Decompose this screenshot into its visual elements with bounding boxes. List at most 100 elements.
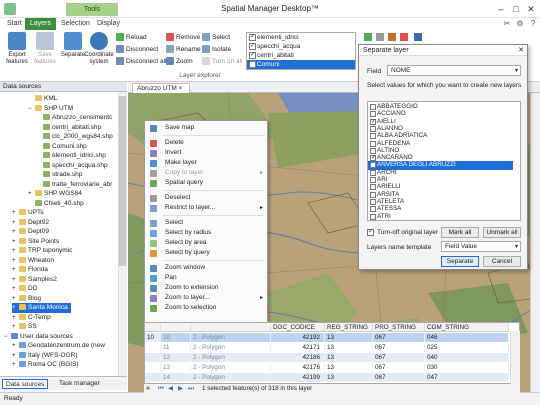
value-checkbox[interactable]: [370, 191, 376, 198]
value-checkbox[interactable]: [370, 104, 376, 110]
map-tab-close-icon[interactable]: ×: [179, 85, 183, 92]
tree-node[interactable]: specchi_acqua.shp: [36, 161, 108, 171]
field-select[interactable]: NOME ▾: [387, 65, 521, 76]
tree-expander-icon[interactable]: +: [12, 361, 19, 371]
table-cell[interactable]: 10: [145, 333, 161, 342]
separate-dialog-button[interactable]: Separate: [441, 256, 479, 267]
fill-color-icon[interactable]: [388, 33, 396, 41]
data-sources-scroll-thumb[interactable]: [119, 96, 126, 266]
table-cell[interactable]: 12: [161, 353, 191, 362]
value-checkbox[interactable]: [370, 213, 376, 220]
tree-node[interactable]: + TRP toponymic: [12, 246, 72, 256]
column-header[interactable]: COM_STRING: [425, 323, 509, 332]
first-record-icon[interactable]: ⏮: [158, 384, 164, 393]
menu-item-select-by-radius[interactable]: Select by radius: [145, 228, 267, 238]
table-cell[interactable]: [145, 353, 161, 362]
table-cell[interactable]: 14: [161, 373, 191, 382]
table-cell[interactable]: [145, 363, 161, 372]
zoom-button[interactable]: Zoom: [166, 57, 193, 67]
help-icon[interactable]: ?: [528, 19, 538, 29]
tab-data-sources[interactable]: Data sources: [2, 379, 49, 389]
tree-node[interactable]: + SS: [12, 322, 37, 332]
tree-node[interactable]: + Dept09: [12, 227, 49, 237]
table-cell[interactable]: 2 - Polygon: [191, 363, 271, 372]
tree-node[interactable]: KML: [28, 94, 57, 104]
table-cell[interactable]: 42171: [271, 343, 325, 352]
save-features-button[interactable]: Save features: [30, 32, 60, 66]
tree-node[interactable]: + Roma OC (BGIS): [12, 360, 79, 370]
select-button[interactable]: Select: [202, 33, 230, 43]
attribute-table[interactable]: DGC_CODICE REG_STRING PRO_STRING COM_STRING…: [144, 322, 520, 384]
tab-display[interactable]: Display: [92, 18, 125, 30]
reload-button[interactable]: Reload: [116, 33, 147, 43]
tools-icon[interactable]: ✂: [502, 19, 512, 29]
tree-node[interactable]: + Samples2: [12, 275, 57, 285]
table-cell[interactable]: 067: [373, 343, 425, 352]
table-cell[interactable]: 2 - Polygon: [191, 373, 271, 382]
tab-selection[interactable]: Selection: [56, 18, 95, 30]
table-cell[interactable]: 2 - Polygon: [191, 333, 271, 342]
tree-node[interactable]: Comuni.shp: [36, 142, 87, 152]
tree-node[interactable]: + Blog: [12, 294, 41, 304]
tree-node-selected[interactable]: + Santa Monica: [12, 303, 71, 313]
settings-icon[interactable]: ⚙: [515, 19, 525, 29]
table-options-icon[interactable]: ♣: [146, 384, 150, 393]
table-cell[interactable]: 10: [161, 333, 191, 342]
export-features-button[interactable]: Export features: [2, 32, 32, 66]
column-header[interactable]: REG_STRING: [325, 323, 373, 332]
layer-checkbox[interactable]: ✓: [249, 61, 256, 68]
tree-node[interactable]: + Florida: [12, 265, 48, 275]
tree-node[interactable]: + Italy (WFS-OGR): [12, 351, 77, 361]
value-checkbox[interactable]: [370, 169, 376, 176]
menu-item-zoom-window[interactable]: Zoom window: [145, 263, 267, 273]
maximize-button[interactable]: □: [509, 2, 523, 16]
table-cell[interactable]: [145, 343, 161, 352]
value-checkbox[interactable]: [370, 198, 376, 205]
tree-node[interactable]: centri_abitati.shp: [36, 123, 101, 133]
tree-node[interactable]: − SHP UTM: [28, 104, 73, 114]
layer-list-item[interactable]: ✓ centri_abitati: [247, 51, 355, 60]
dialog-close-icon[interactable]: ✕: [515, 45, 527, 56]
tab-layers[interactable]: Layers: [25, 18, 57, 30]
menu-item-delete[interactable]: Delete: [145, 138, 267, 148]
value-checkbox[interactable]: [370, 133, 376, 140]
value-checkbox[interactable]: ✓: [370, 155, 376, 162]
table-cell[interactable]: 067: [373, 363, 425, 372]
mark-all-button[interactable]: Mark all: [441, 227, 479, 238]
tree-node[interactable]: + C-Temp: [12, 313, 51, 323]
table-cell[interactable]: 13: [325, 343, 373, 352]
menu-item-spatial-query[interactable]: Spatial query: [145, 178, 267, 188]
tree-node[interactable]: + SHP WGS84: [28, 189, 82, 199]
attribute-table-scrollbar[interactable]: [510, 331, 520, 384]
table-cell[interactable]: 030: [425, 363, 509, 372]
last-record-icon[interactable]: ⏭: [188, 384, 194, 393]
table-cell[interactable]: 067: [373, 373, 425, 382]
tree-node[interactable]: + DD: [12, 284, 37, 294]
value-checkbox[interactable]: ✓: [370, 162, 376, 169]
unmark-all-button[interactable]: Unmark all: [483, 227, 521, 238]
data-sources-tree[interactable]: KML − SHP UTM Abruzzo_censimentc centri_abit…: [0, 92, 127, 376]
turn-on-all-button[interactable]: Turn on all: [202, 57, 242, 67]
values-list[interactable]: ABBATEGGIO ACCIANO ✓ AIELLI ALANNO ALBA ADRIA…: [367, 101, 521, 221]
minimize-button[interactable]: –: [494, 2, 508, 16]
table-cell[interactable]: 2 - Polygon: [191, 353, 271, 362]
tree-node[interactable]: + Wheaton: [12, 256, 54, 266]
tree-expander-icon[interactable]: −: [28, 105, 35, 115]
tree-node[interactable]: + Geodatenzentrum.de (new: [12, 341, 105, 351]
layer-checkbox[interactable]: ✓: [249, 34, 256, 41]
column-header[interactable]: PRO_STRING: [373, 323, 425, 332]
menu-item-select[interactable]: Select: [145, 218, 267, 228]
coordinate-system-button[interactable]: Coordinate system: [84, 32, 114, 66]
layer-checkbox[interactable]: ✓: [249, 43, 256, 50]
tree-node[interactable]: + Site Points: [12, 237, 59, 247]
cancel-button[interactable]: Cancel: [483, 256, 521, 267]
tab-task-manager[interactable]: Task manager: [56, 379, 103, 389]
value-checkbox[interactable]: [370, 111, 376, 118]
menu-item-deselect[interactable]: Deselect: [145, 193, 267, 203]
disconnect-button[interactable]: Disconnect: [116, 45, 158, 55]
column-header[interactable]: [145, 323, 161, 332]
table-cell[interactable]: 11: [161, 343, 191, 352]
map-tab[interactable]: Abruzzo UTM ×: [132, 83, 190, 93]
rename-button[interactable]: Rename: [166, 45, 201, 55]
value-checkbox[interactable]: [370, 206, 376, 213]
